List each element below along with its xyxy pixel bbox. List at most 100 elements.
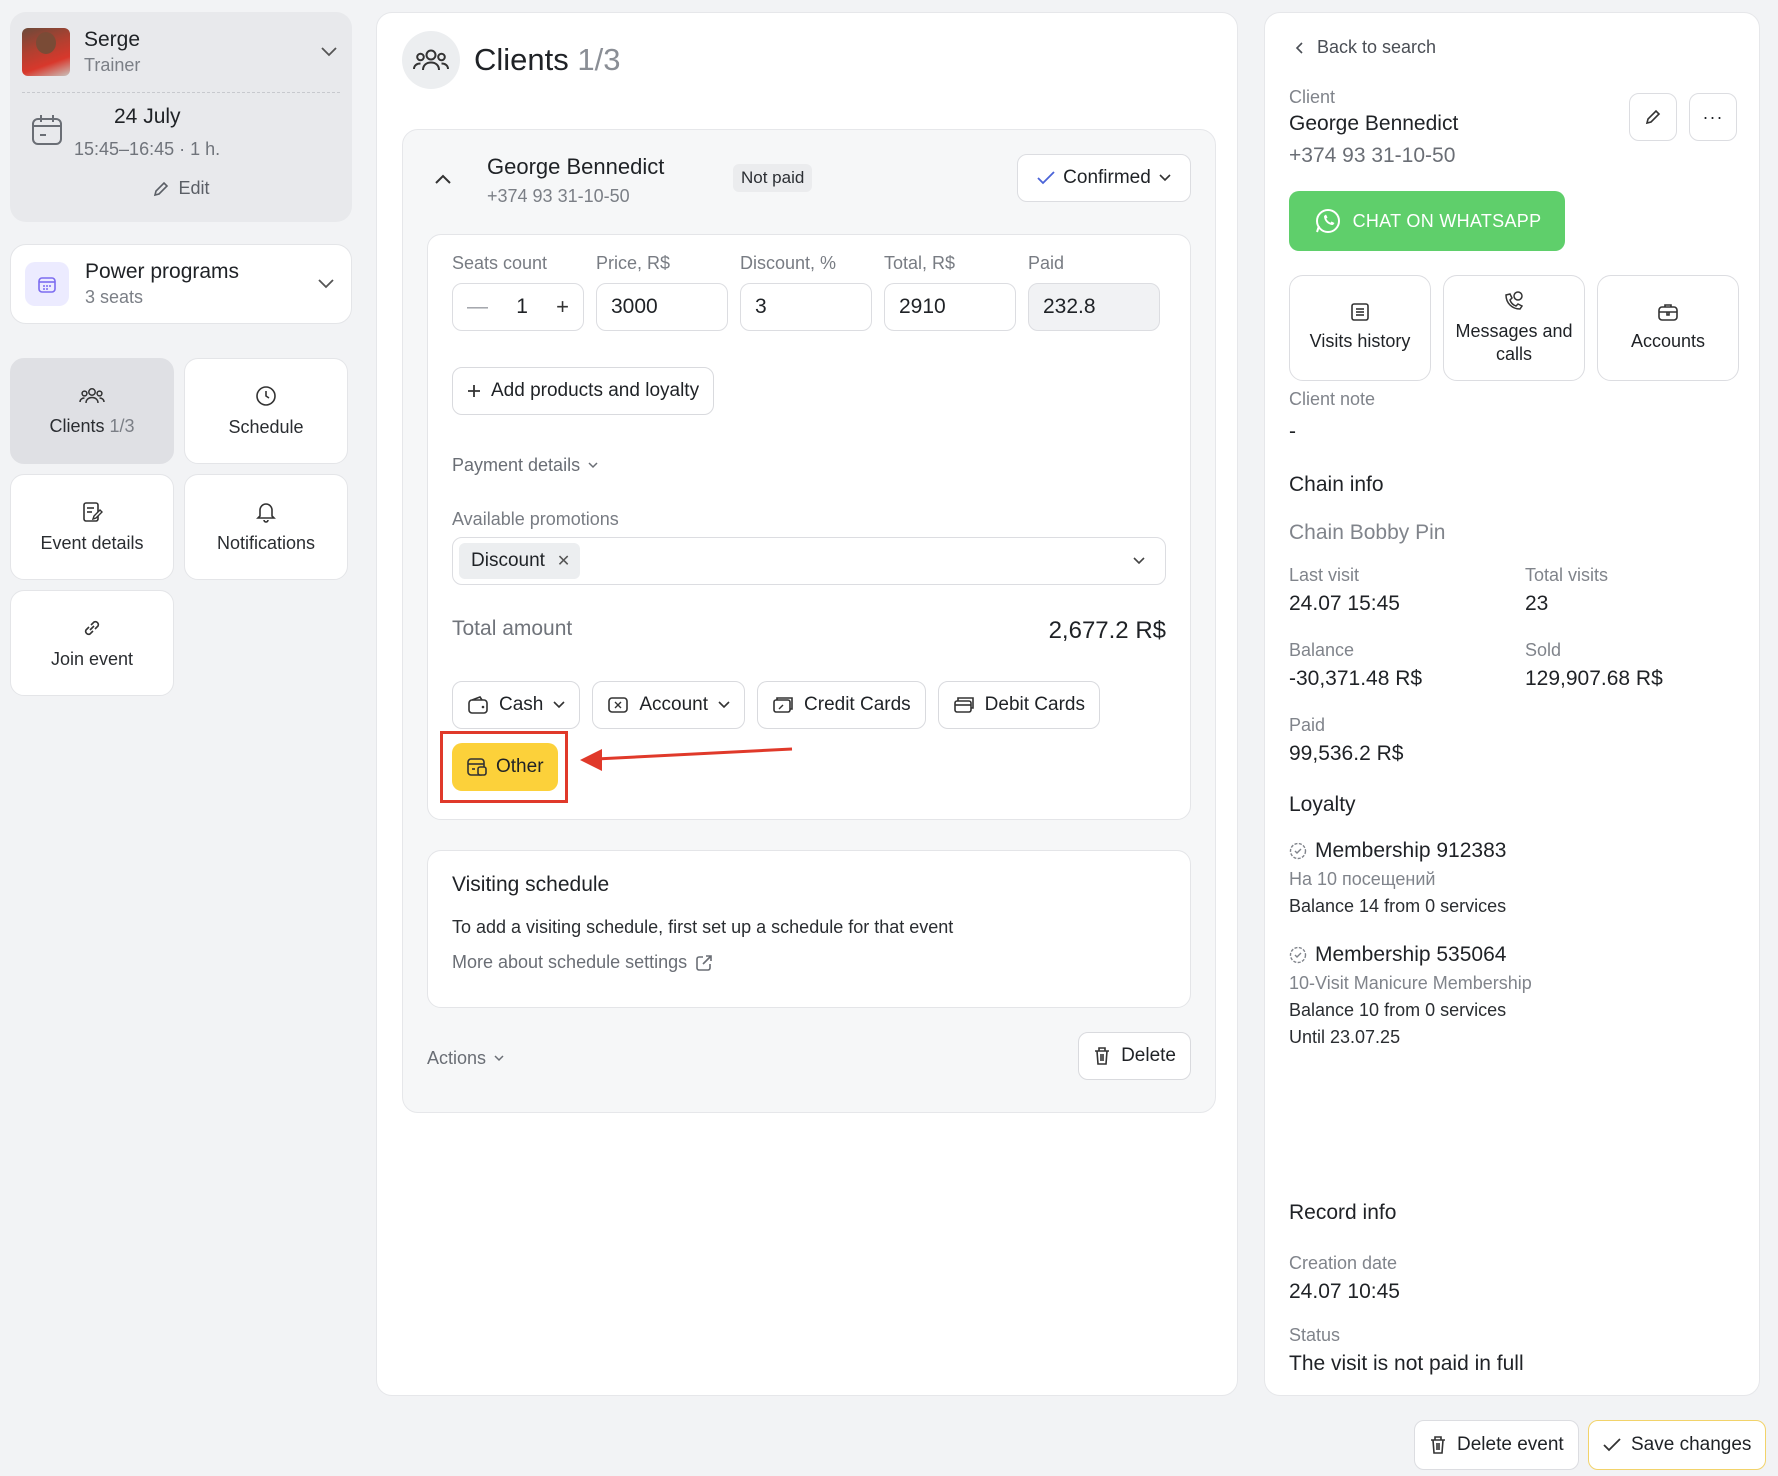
price-label: Price, R$ xyxy=(596,253,671,273)
schedule-settings-link[interactable]: More about schedule settings xyxy=(452,952,1166,973)
wallet-icon xyxy=(468,696,488,714)
accounts-button[interactable]: Accounts xyxy=(1597,275,1739,381)
back-to-search-link[interactable]: Back to search xyxy=(1295,37,1436,58)
plus-icon[interactable]: + xyxy=(556,294,569,320)
nav-event-details-label: Event details xyxy=(40,532,144,553)
delete-event-button[interactable]: Delete event xyxy=(1414,1420,1579,1470)
schedule-settings-link-label: More about schedule settings xyxy=(452,952,688,972)
debit-cards-button[interactable]: Debit Cards xyxy=(937,681,1100,729)
chevron-down-icon xyxy=(718,701,730,709)
debit-card-icon xyxy=(953,697,974,713)
nav-event-details[interactable]: Event details xyxy=(10,474,174,580)
promotion-chip: Discount ✕ xyxy=(459,543,581,579)
back-label: Back to search xyxy=(1317,37,1437,57)
total-visits-label: Total visits xyxy=(1525,565,1609,585)
check-icon xyxy=(1603,1438,1621,1452)
total-input[interactable]: 2910 xyxy=(884,283,1016,331)
nav-schedule[interactable]: Schedule xyxy=(184,358,348,464)
record-status-value: The visit is not paid in full xyxy=(1289,1352,1524,1375)
client-info: Client George Bennedict +374 93 31-10-50 xyxy=(1289,87,1458,168)
event-time: 15:45–16:45 · 1 h. xyxy=(74,139,221,159)
messages-calls-button[interactable]: Messages and calls xyxy=(1443,275,1585,381)
total-label: Total, R$ xyxy=(884,253,956,273)
chain-stats: Last visit 24.07 15:45 Total visits 23 B… xyxy=(1289,565,1739,766)
pricing-fields: Seats count — 1 + Price, R$ 3000 Discoun… xyxy=(452,253,1160,331)
cash-button[interactable]: Cash xyxy=(452,681,581,729)
bell-icon xyxy=(256,502,276,523)
client-note-label: Client note xyxy=(1289,389,1376,409)
nav-tiles: Clients 1/3 Schedule Event details Notif… xyxy=(10,358,352,696)
close-icon[interactable]: ✕ xyxy=(557,551,570,571)
edit-document-icon xyxy=(83,501,103,522)
seats-value: 1 xyxy=(516,295,528,318)
paid-label: Paid xyxy=(1289,715,1326,735)
add-products-label: Add products and loyalty xyxy=(491,380,700,401)
delete-label: Delete xyxy=(1121,1045,1176,1066)
nav-clients[interactable]: Clients 1/3 xyxy=(10,358,174,464)
calendar-icon xyxy=(25,262,69,306)
nav-schedule-label: Schedule xyxy=(228,416,304,437)
other-payment-icon xyxy=(467,758,487,776)
promotions-select[interactable]: Discount ✕ xyxy=(452,537,1166,585)
minus-icon[interactable]: — xyxy=(467,295,488,319)
add-products-button[interactable]: Add products and loyalty xyxy=(452,367,715,415)
program-selector[interactable]: Power programs 3 seats xyxy=(10,244,352,324)
check-icon xyxy=(1037,171,1055,185)
delete-client-button[interactable]: Delete xyxy=(1078,1032,1191,1080)
event-date: 24 July xyxy=(114,105,181,128)
plus-icon xyxy=(468,385,480,397)
calendar-icon xyxy=(32,115,62,145)
client-phone: +374 93 31-10-50 xyxy=(487,186,630,206)
client-name: George Bennedict xyxy=(487,154,665,179)
sold-value: 129,907.68 R$ xyxy=(1525,667,1663,690)
phone-chat-icon xyxy=(1505,290,1524,310)
record-status: Status The visit is not paid in full xyxy=(1289,1325,1524,1376)
client-phone: +374 93 31-10-50 xyxy=(1289,144,1456,167)
price-input[interactable]: 3000 xyxy=(596,283,728,331)
membership-balance: Balance 10 from 0 services xyxy=(1289,1000,1507,1020)
divider xyxy=(22,92,340,93)
last-visit-label: Last visit xyxy=(1289,565,1360,585)
actions-dropdown[interactable]: Actions xyxy=(427,1048,504,1069)
visits-history-label: Visits history xyxy=(1309,331,1411,352)
visits-history-button[interactable]: Visits history xyxy=(1289,275,1431,381)
chevron-down-icon xyxy=(494,1055,504,1062)
chevron-down-icon xyxy=(588,462,598,469)
account-icon xyxy=(608,697,629,713)
collapse-icon[interactable] xyxy=(435,168,451,189)
record-status-label: Status xyxy=(1289,1325,1341,1345)
debit-cards-label: Debit Cards xyxy=(984,694,1085,715)
whatsapp-label: CHAT ON WHATSAPP xyxy=(1352,210,1542,231)
more-options-button[interactable]: ··· xyxy=(1689,93,1737,141)
credit-cards-button[interactable]: Credit Cards xyxy=(757,681,926,729)
nav-clients-label: Clients xyxy=(49,415,105,436)
chevron-down-icon xyxy=(1133,557,1145,565)
credit-cards-label: Credit Cards xyxy=(804,694,911,715)
creation-date-value: 24.07 10:45 xyxy=(1289,1280,1400,1303)
edit-button[interactable]: Edit xyxy=(22,178,340,199)
trash-icon xyxy=(1431,1436,1445,1454)
last-visit-value: 24.07 15:45 xyxy=(1289,592,1400,615)
other-payment-button[interactable]: Other xyxy=(452,743,558,791)
page-header: Clients 1/3 xyxy=(402,31,621,89)
trainer-selector[interactable]: Serge Trainer xyxy=(22,26,340,78)
badge-icon xyxy=(1289,842,1307,860)
chevron-down-icon[interactable] xyxy=(318,41,340,63)
account-button[interactable]: Account xyxy=(592,681,746,729)
save-changes-label: Save changes xyxy=(1631,1434,1752,1455)
status-badge: Not paid xyxy=(733,164,813,192)
payment-details-toggle[interactable]: Payment details xyxy=(452,455,598,476)
whatsapp-button[interactable]: CHAT ON WHATSAPP xyxy=(1289,191,1565,251)
client-label: Client xyxy=(1289,87,1336,107)
nav-join-event[interactable]: Join event xyxy=(10,590,174,696)
pencil-icon xyxy=(1645,109,1661,125)
save-changes-button[interactable]: Save changes xyxy=(1588,1420,1767,1470)
seats-stepper[interactable]: — 1 + xyxy=(452,283,584,331)
discount-input[interactable]: 3 xyxy=(740,283,872,331)
status-dropdown[interactable]: Confirmed xyxy=(1017,154,1191,202)
loyalty-title: Loyalty xyxy=(1289,793,1356,816)
users-icon xyxy=(402,31,460,89)
page-title: Clients 1/3 xyxy=(474,42,621,78)
edit-client-button[interactable] xyxy=(1629,93,1677,141)
nav-notifications[interactable]: Notifications xyxy=(184,474,348,580)
